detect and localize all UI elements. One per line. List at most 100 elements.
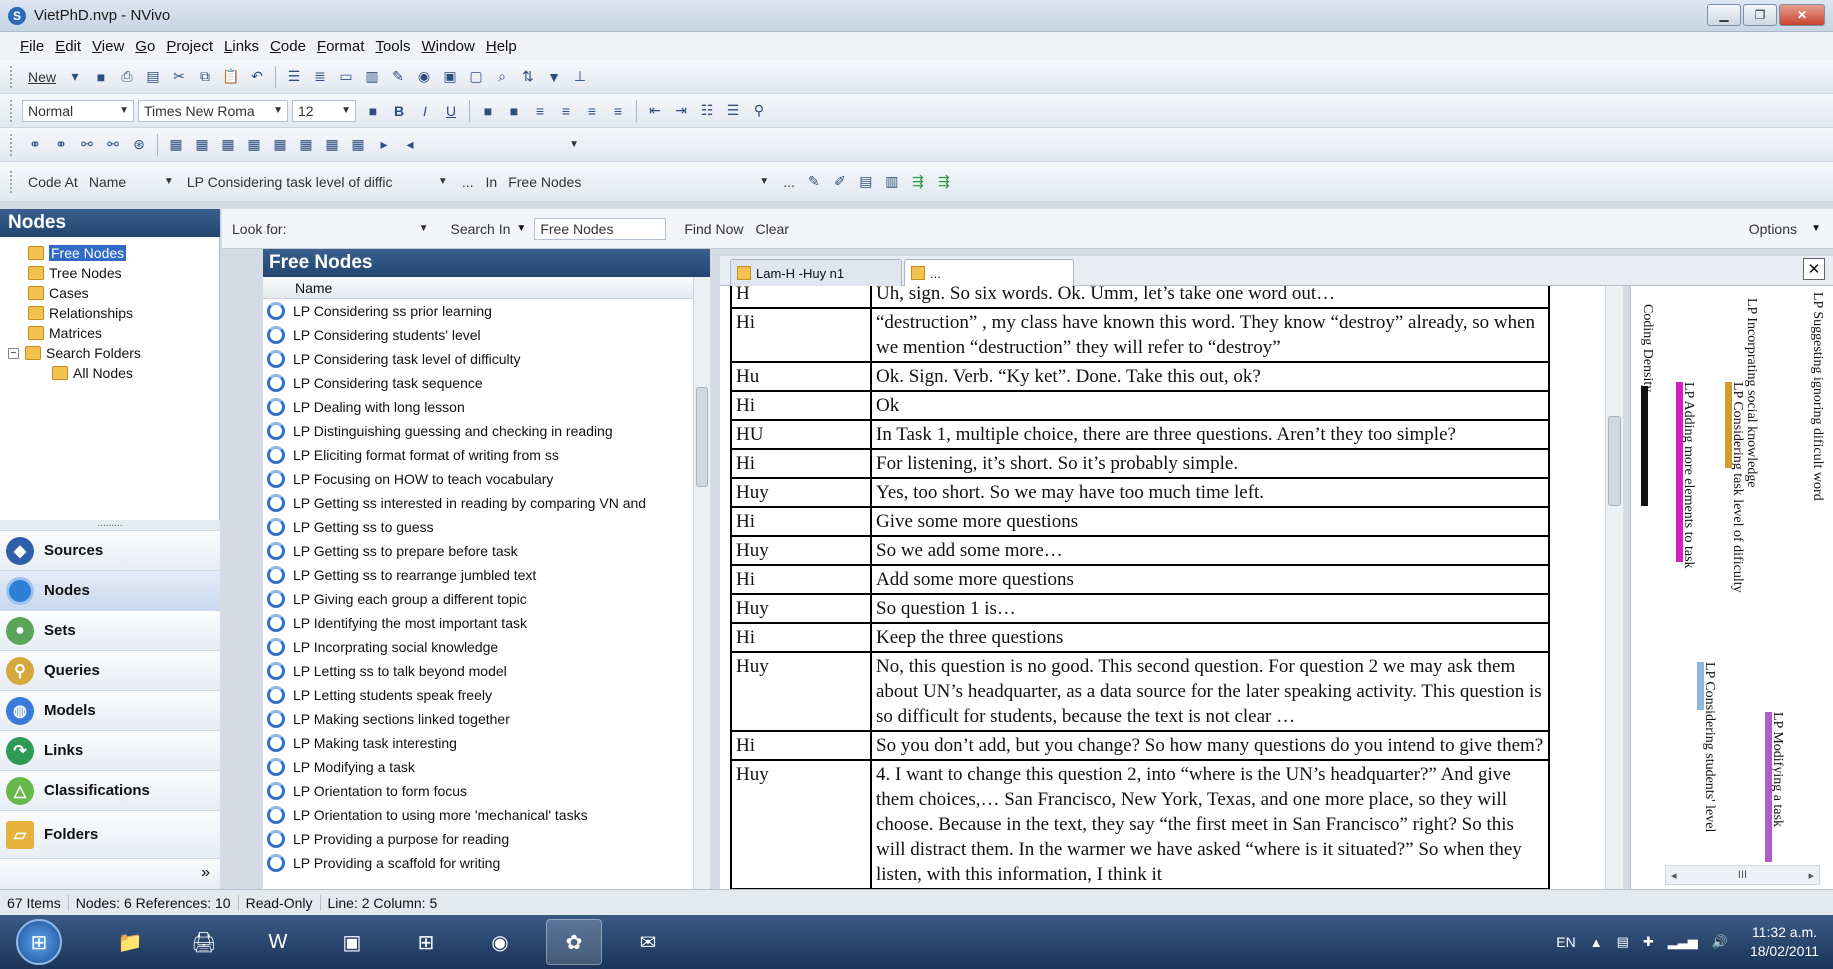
italic-icon[interactable]: I (415, 101, 435, 121)
speaker-cell[interactable]: Hi (730, 622, 872, 653)
unlink-icon[interactable]: ⚯ (77, 135, 97, 155)
options-arrow-icon[interactable]: ▼ (1811, 223, 1821, 234)
utterance-cell[interactable]: So question 1 is… (870, 593, 1550, 624)
stripe-label-ignoring-word[interactable]: LP Suggesting ignoring dificult word (1809, 292, 1825, 501)
utterance-cell[interactable]: Yes, too short. So we may have too much … (870, 477, 1550, 508)
nav-more-button[interactable]: » (0, 858, 220, 889)
outdent-icon[interactable]: ⇤ (645, 101, 665, 121)
node-list-item[interactable]: LP Considering task level of difficulty (263, 347, 693, 371)
maximize-button[interactable]: ❐ (1743, 4, 1777, 26)
print-preview-icon[interactable]: ▤ (143, 67, 163, 87)
unlink2-icon[interactable]: ⚯ (103, 135, 123, 155)
utterance-cell[interactable]: 4. I want to change this question 2, int… (870, 759, 1550, 889)
list-scrollbar[interactable] (693, 277, 710, 889)
utterance-cell[interactable]: Add some more questions (870, 564, 1550, 595)
node-list-item[interactable]: LP Identifying the most important task (263, 611, 693, 635)
window-icon[interactable]: ▢ (466, 67, 486, 87)
table-props-icon[interactable]: ▦ (348, 135, 368, 155)
stripe-adding-elements[interactable] (1676, 382, 1683, 562)
nav-models[interactable]: ◍ Models (0, 690, 220, 730)
nav-folders[interactable]: ▱ Folders (0, 810, 220, 858)
nvivo-taskbar-icon[interactable]: ✿ (546, 919, 602, 965)
search-in-arrow-icon[interactable]: ▼ (516, 223, 526, 234)
utterance-cell[interactable]: For listening, it’s short. So it’s proba… (870, 448, 1550, 479)
show-hidden-icon[interactable]: ▲ (1590, 935, 1603, 950)
network-signal-icon[interactable]: ▂▃▅ (1668, 934, 1698, 950)
folder-app-icon[interactable]: ✉ (620, 919, 676, 965)
node-list-item[interactable]: LP Getting ss interested in reading by c… (263, 491, 693, 515)
relationship-icon[interactable]: ⊛ (129, 135, 149, 155)
search-in-button[interactable]: Search In (450, 221, 510, 237)
find-now-button[interactable]: Find Now (684, 221, 743, 237)
tree-item-all-nodes[interactable]: All Nodes (52, 363, 133, 383)
find-icon[interactable]: ⌕ (492, 67, 512, 87)
utterance-cell[interactable]: Uh, sign. So six words. Ok. Umm, let’s t… (870, 286, 1550, 309)
scanner-icon[interactable]: 🖨 (176, 919, 232, 965)
menu-edit[interactable]: Edit (55, 38, 81, 55)
chart-icon[interactable]: ▥ (362, 67, 382, 87)
document-scrollbar[interactable] (1605, 286, 1623, 889)
print-icon[interactable]: ⎙ (117, 67, 137, 87)
align-left-icon[interactable]: ≡ (530, 101, 550, 121)
language-indicator[interactable]: EN (1556, 934, 1575, 950)
menu-project[interactable]: Project (166, 38, 213, 55)
justify-icon[interactable]: ≡ (608, 101, 628, 121)
nav-nodes[interactable]: Nodes (0, 570, 220, 610)
in-select[interactable]: Free Nodes ▼ (503, 171, 773, 193)
speaker-cell[interactable]: Huy (730, 535, 872, 566)
tab-document-1[interactable]: Lam-H -Huy n1 (730, 259, 902, 286)
options-button[interactable]: Options (1749, 221, 1797, 237)
stripes-hscrollbar[interactable]: ◂ III ▸ (1665, 865, 1820, 885)
dropdown-arrow-icon[interactable]: ▾ (65, 67, 85, 87)
filter-icon[interactable]: ▼ (544, 67, 564, 87)
list-view-icon[interactable]: ☰ (284, 67, 304, 87)
tab-document-2[interactable]: ... (904, 259, 1074, 286)
scroll-thumb[interactable] (1608, 416, 1621, 506)
table-col-icon[interactable]: ▦ (244, 135, 264, 155)
tree-item-relationships[interactable]: Relationships (28, 303, 133, 323)
scroll-thumb[interactable] (696, 387, 708, 487)
node-list-item[interactable]: LP Incorprating social knowledge (263, 635, 693, 659)
speaker-cell[interactable]: Huy (730, 759, 872, 889)
table-row-icon[interactable]: ▦ (218, 135, 238, 155)
stripe-label-coding-density[interactable]: Coding Density (1639, 304, 1655, 392)
detail-view-icon[interactable]: ≣ (310, 67, 330, 87)
close-button[interactable]: ✕ (1779, 4, 1825, 26)
table-merge-icon[interactable]: ▦ (296, 135, 316, 155)
highlight-icon[interactable]: ■ (478, 101, 498, 121)
tree-item-free-nodes[interactable]: Free Nodes (28, 243, 127, 263)
speaker-cell[interactable]: Hi (730, 448, 872, 479)
name-column-header[interactable]: Name (263, 277, 693, 299)
node-list-item[interactable]: LP Focusing on HOW to teach vocabulary (263, 467, 693, 491)
font-size-select[interactable]: 12 ▼ (292, 99, 356, 122)
table-delete-icon[interactable]: ▦ (270, 135, 290, 155)
word-icon[interactable]: W (250, 919, 306, 965)
speaker-cell[interactable]: Huy (730, 651, 872, 732)
utterance-cell[interactable]: Give some more questions (870, 506, 1550, 537)
browse-in-button[interactable]: ... (783, 174, 795, 190)
stripe-modifying-task[interactable] (1765, 712, 1772, 862)
font-color-icon[interactable]: ■ (504, 101, 524, 121)
arrow-right-icon[interactable]: ▸ (374, 135, 394, 155)
node-list-item[interactable]: LP Orientation to form focus (263, 779, 693, 803)
menu-code[interactable]: Code (270, 38, 306, 55)
clear-button[interactable]: Clear (755, 221, 788, 237)
powerpoint-icon[interactable]: ▣ (324, 919, 380, 965)
paste-icon[interactable]: 📋 (221, 67, 241, 87)
indent-icon[interactable]: ⇥ (671, 101, 691, 121)
highlight-coding-icon[interactable]: ▥ (882, 172, 902, 192)
node-list-item[interactable]: LP Getting ss to guess (263, 515, 693, 539)
node-list-item[interactable]: LP Making sections linked together (263, 707, 693, 731)
node-list-item[interactable]: LP Orientation to using more 'mechanical… (263, 803, 693, 827)
utterance-cell[interactable]: So we add some more… (870, 535, 1550, 566)
speaker-cell[interactable]: HU (730, 419, 872, 450)
nav-sets[interactable]: ● Sets (0, 610, 220, 650)
speaker-cell[interactable]: Huy (730, 477, 872, 508)
underline-icon[interactable]: U (441, 101, 461, 121)
menu-go[interactable]: Go (135, 38, 155, 55)
document-view[interactable]: H Uh, sign. So six words. Ok. Umm, let’s … (720, 286, 1605, 889)
code-icon[interactable]: ✎ (804, 172, 824, 192)
detail-pane-icon[interactable]: ▣ (440, 67, 460, 87)
model-icon[interactable]: ✎ (388, 67, 408, 87)
link-icon[interactable]: ⚭ (25, 135, 45, 155)
